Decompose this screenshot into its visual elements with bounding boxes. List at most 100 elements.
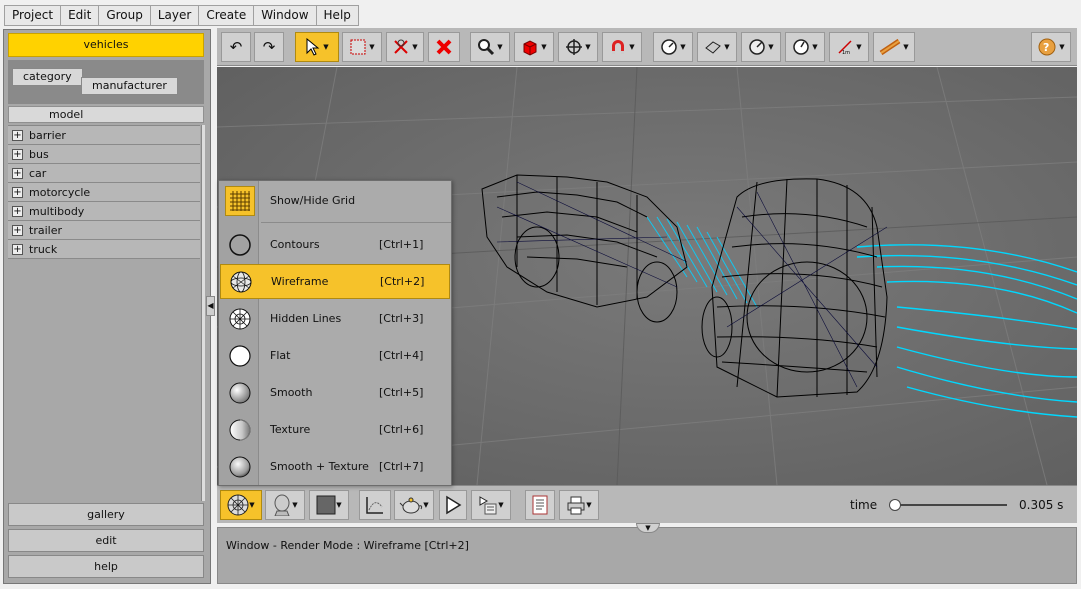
menu-item-label: Smooth + Texture [270,460,369,473]
time-slider-knob[interactable] [889,499,902,511]
gauge-icon[interactable]: ▼ [741,32,781,62]
menu-item-texture[interactable]: Texture [Ctrl+6] [220,412,450,447]
tree-item-bus[interactable]: + bus [8,145,200,164]
main-toolbar: ↶ ↷ ▼ ▼ ▼ ▼ ▼ ▼ ▼ ▼ ▼ ▼ ▼ 1m ▼ ▼ ? ▼ [217,28,1077,66]
smooth-sphere-icon [225,378,255,408]
tree-item-car[interactable]: + car [8,164,200,183]
tree-item-multibody[interactable]: + multibody [8,202,200,221]
tree-item-label: truck [29,242,58,256]
app-window: Project Edit Group Layer Create Window H… [0,0,1081,589]
edit-button[interactable]: edit [8,529,204,552]
menu-item-smooth-texture[interactable]: Smooth + Texture [Ctrl+7] [220,449,450,484]
print-icon[interactable]: ▼ [559,490,599,520]
graph-icon[interactable] [359,490,391,520]
spring-damper-icon[interactable]: ▼ [873,32,915,62]
expand-icon[interactable]: + [12,129,23,141]
move-icon[interactable]: ▼ [558,32,598,62]
menu-item-label: Show/Hide Grid [270,194,356,207]
head-view-icon[interactable]: ▼ [265,490,305,520]
menu-item-shortcut: [Ctrl+3] [379,312,424,325]
menu-item-shortcut: [Ctrl+1] [379,238,424,251]
expand-icon[interactable]: + [12,224,23,236]
expand-icon[interactable]: + [12,167,23,179]
help-question-icon[interactable]: ? ▼ [1031,32,1071,62]
menu-help[interactable]: Help [315,5,359,26]
wireframe-sphere-icon [226,267,256,297]
menu-item-smooth[interactable]: Smooth [Ctrl+5] [220,375,450,410]
menu-item-flat[interactable]: Flat [Ctrl+4] [220,338,450,373]
menu-window[interactable]: Window [253,5,317,26]
expand-icon[interactable]: + [12,186,23,198]
flat-sphere-icon [225,341,255,371]
menu-item-label: Smooth [270,386,313,399]
box-object-icon[interactable]: ▼ [514,32,554,62]
tree-item-trailer[interactable]: + trailer [8,221,200,240]
menu-layer[interactable]: Layer [149,5,200,26]
collapse-panel-icon[interactable]: ◀ [206,296,215,316]
menu-group[interactable]: Group [98,5,151,26]
zoom-icon[interactable]: ▼ [470,32,510,62]
svg-text:1m: 1m [842,50,850,56]
measure-gauge-icon[interactable]: ▼ [653,32,693,62]
menu-item-shortcut: [Ctrl+2] [380,275,425,288]
render-mode-icon[interactable]: ▼ [220,490,262,520]
status-panel: ▼ Window - Render Mode : Wireframe [Ctrl… [217,523,1077,584]
cut-icon[interactable]: ▼ [386,32,424,62]
menu-item-label: Contours [270,238,320,251]
menu-item-show-hide-grid[interactable]: Show/Hide Grid [220,183,450,218]
dial-icon[interactable]: ▼ [785,32,825,62]
texture-sphere-icon [225,415,255,445]
menu-item-contours[interactable]: Contours [Ctrl+1] [220,227,450,262]
report-icon[interactable] [525,490,555,520]
menu-item-wireframe[interactable]: Wireframe [Ctrl+2] [220,264,450,299]
teapot-icon[interactable]: ▼ [394,490,434,520]
menu-item-label: Wireframe [271,275,329,288]
tree-item-label: multibody [29,204,85,218]
tree-scrollbar[interactable] [201,125,205,501]
help-button[interactable]: help [8,555,204,578]
time-label: time [850,498,878,512]
undo-icon[interactable]: ↶ [221,32,251,62]
menu-create[interactable]: Create [198,5,255,26]
expand-icon[interactable]: + [12,148,23,160]
select-arrow-icon[interactable]: ▼ [295,32,339,62]
category-filter-button[interactable]: category [12,68,83,86]
select-box-icon[interactable]: ▼ [342,32,382,62]
menu-project[interactable]: Project [4,5,62,26]
render-mode-menu: Show/Hide Grid Contours [Ctrl+1] Wirefra… [218,180,452,486]
redo-icon[interactable]: ↷ [254,32,284,62]
ruler-1m-icon[interactable]: 1m ▼ [829,32,869,62]
expand-icon[interactable]: + [12,243,23,255]
menu-item-shortcut: [Ctrl+6] [379,423,424,436]
tree-item-truck[interactable]: + truck [8,240,200,259]
bottom-toolbar: ▼ ▼ ▼ ▼ ▼ ▼ time 0.305 s [217,485,1077,523]
tree-item-label: trailer [29,223,62,237]
menu-item-hidden-lines[interactable]: Hidden Lines [Ctrl+3] [220,301,450,336]
tree-item-barrier[interactable]: + barrier [8,126,200,145]
menu-item-shortcut: [Ctrl+5] [379,386,424,399]
delete-icon[interactable] [428,32,460,62]
database-panel: vehicles category manufacturer model + ba… [3,29,211,584]
tree-item-motorcycle[interactable]: + motorcycle [8,183,200,202]
menu-separator [261,222,451,223]
menu-edit[interactable]: Edit [60,5,100,26]
status-message: Window - Render Mode : Wireframe [Ctrl+2… [226,539,469,552]
manufacturer-filter-button[interactable]: manufacturer [81,77,178,95]
playlist-icon[interactable]: ▼ [471,490,511,520]
play-icon[interactable] [439,490,467,520]
gallery-button[interactable]: gallery [8,503,204,526]
filter-area: category manufacturer [8,60,204,104]
magnet-icon[interactable]: ▼ [602,32,642,62]
background-color-icon[interactable]: ▼ [309,490,349,520]
contours-sphere-icon [225,230,255,260]
expand-status-icon[interactable]: ▼ [636,523,660,533]
surface-icon[interactable]: ▼ [697,32,737,62]
hidden-lines-sphere-icon [225,304,255,334]
svg-text:?: ? [1043,41,1049,54]
smooth-texture-sphere-icon [225,452,255,482]
time-slider-track[interactable] [893,504,1007,506]
expand-icon[interactable]: + [12,205,23,217]
model-column-header[interactable]: model [8,106,204,123]
vehicles-tab[interactable]: vehicles [8,33,204,57]
tree-item-label: motorcycle [29,185,91,199]
